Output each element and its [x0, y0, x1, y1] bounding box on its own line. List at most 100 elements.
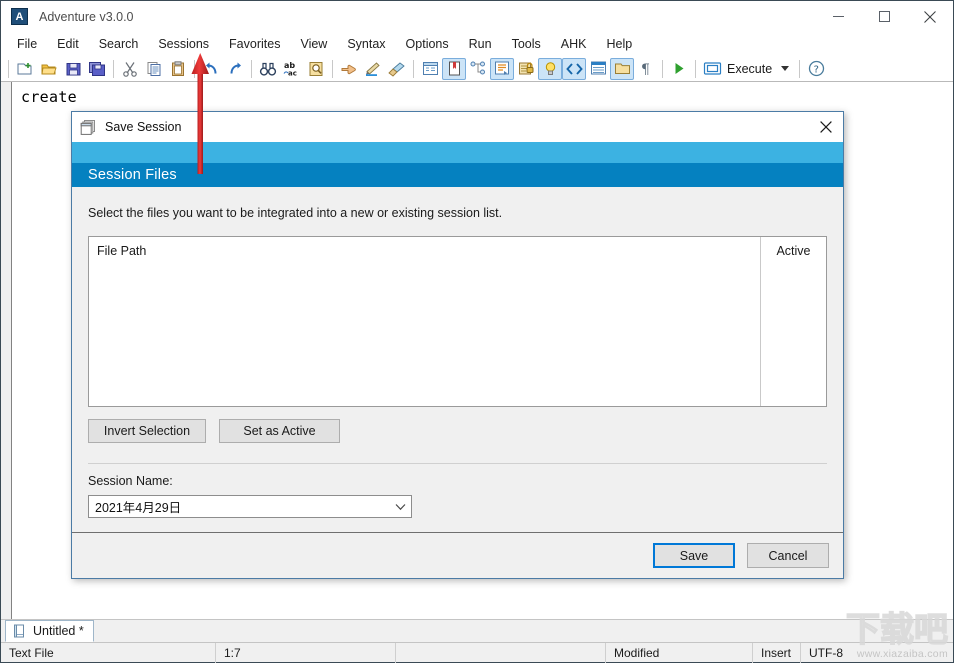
set-as-active-button[interactable]: Set as Active: [219, 419, 340, 443]
save-button[interactable]: [61, 58, 85, 80]
file-list-column-filepath: File Path: [89, 237, 761, 406]
dialog-title: Save Session: [105, 120, 182, 134]
save-button[interactable]: Save: [653, 543, 735, 568]
maximize-icon: [878, 11, 890, 22]
pointing-hand-icon: [341, 64, 356, 74]
menu-item-run[interactable]: Run: [459, 34, 502, 54]
dialog-close-button[interactable]: [809, 113, 843, 142]
document-tab-untitled[interactable]: Untitled *: [5, 620, 94, 642]
svg-text:¶: ¶: [641, 62, 650, 76]
close-button[interactable]: [907, 1, 953, 32]
dialog-body: Select the files you want to be integrat…: [72, 187, 843, 532]
title-bar: A Adventure v3.0.0: [1, 1, 953, 32]
session-name-combobox[interactable]: 2021年4月29日: [88, 495, 412, 518]
execute-dropdown-arrow[interactable]: [781, 66, 790, 71]
lightbulb-button[interactable]: [538, 57, 562, 80]
menu-item-tools[interactable]: Tools: [502, 34, 551, 54]
menu-item-search[interactable]: Search: [89, 34, 149, 54]
run-icon: [675, 63, 684, 74]
menu-item-view[interactable]: View: [290, 34, 337, 54]
lock-button[interactable]: [514, 58, 538, 80]
new-file-button[interactable]: [13, 58, 37, 80]
toolbar-separator: [8, 59, 9, 78]
toolbar-separator: [662, 59, 663, 78]
window-list-icon: [422, 62, 438, 75]
goto-button[interactable]: [337, 58, 361, 80]
code-icon: [565, 62, 583, 75]
toolbar-separator: [413, 59, 414, 78]
cancel-button[interactable]: Cancel: [747, 543, 829, 568]
redo-icon: [230, 62, 241, 74]
minimize-button[interactable]: [815, 1, 861, 32]
brush-icon: [388, 61, 405, 77]
paste-button[interactable]: [166, 58, 190, 80]
node-tree-button[interactable]: [466, 58, 490, 80]
folder-icon: [614, 63, 630, 74]
help-button[interactable]: ?: [804, 58, 828, 80]
save-all-icon: [89, 61, 105, 76]
undo-button[interactable]: [199, 58, 223, 80]
copy-button[interactable]: [142, 58, 166, 80]
cut-icon: [123, 61, 137, 77]
properties-button[interactable]: [490, 57, 514, 80]
open-folder-button[interactable]: [37, 58, 61, 80]
save-icon: [66, 62, 80, 75]
code-button[interactable]: [562, 57, 586, 80]
menu-item-sessions[interactable]: Sessions: [148, 34, 219, 54]
window-list-button[interactable]: [418, 58, 442, 80]
copy-icon: [147, 61, 160, 76]
app-icon: A: [11, 8, 28, 25]
close-icon: [820, 121, 832, 133]
maximize-button[interactable]: [861, 1, 907, 32]
file-list[interactable]: File Path Active: [88, 236, 827, 407]
menu-item-file[interactable]: File: [7, 34, 47, 54]
redo-button[interactable]: [223, 58, 247, 80]
menu-item-ahk[interactable]: AHK: [551, 34, 597, 54]
status-caret-position: 1:7: [216, 642, 396, 663]
folder-button[interactable]: [610, 57, 634, 80]
list-button[interactable]: [586, 58, 610, 80]
clear-button[interactable]: [385, 58, 409, 80]
file-list-column-active: Active: [761, 237, 826, 406]
pilcrow-button[interactable]: ¶: [634, 58, 658, 80]
minimize-icon: [832, 16, 844, 17]
window-controls: [815, 1, 953, 32]
close-icon: [924, 10, 936, 23]
pencil-button[interactable]: [361, 58, 385, 80]
status-blank-cell: [396, 642, 606, 663]
menu-item-help[interactable]: Help: [596, 34, 642, 54]
bookmark-button[interactable]: [442, 57, 466, 80]
find-button[interactable]: [256, 58, 280, 80]
cut-button[interactable]: [118, 58, 142, 80]
run-button[interactable]: [667, 58, 691, 80]
session-windows-icon: [80, 119, 95, 135]
replace-button[interactable]: ab ac: [280, 58, 304, 80]
toolbar-separator: [332, 59, 333, 78]
menu-item-edit[interactable]: Edit: [47, 34, 89, 54]
toolbar-separator: [113, 59, 114, 78]
invert-selection-button[interactable]: Invert Selection: [88, 419, 206, 443]
window-title: Adventure v3.0.0: [39, 9, 134, 24]
chevron-down-icon: [395, 503, 405, 510]
find-in-files-button[interactable]: [304, 58, 328, 80]
document-tab-label: Untitled *: [33, 624, 84, 638]
menu-item-options[interactable]: Options: [396, 34, 459, 54]
save-all-button[interactable]: [85, 58, 109, 80]
selection-buttons: Invert Selection Set as Active: [88, 419, 827, 443]
open-folder-icon: [41, 64, 57, 74]
pencil-icon: [366, 61, 380, 76]
menu-item-syntax[interactable]: Syntax: [337, 34, 395, 54]
menu-item-favorites[interactable]: Favorites: [219, 34, 290, 54]
replace-icon: ab ac: [283, 61, 296, 77]
dialog-footer: Save Cancel: [72, 532, 843, 578]
status-file-type: Text File: [1, 642, 216, 663]
find-icon: [259, 62, 277, 76]
editor-gutter: [1, 82, 12, 619]
toolbar-separator: [251, 59, 252, 78]
session-name-value[interactable]: 2021年4月29日: [89, 497, 389, 516]
properties-icon: [494, 61, 509, 75]
execute-button[interactable]: Execute: [700, 58, 775, 80]
status-bar: Text File 1:7 Modified Insert UTF-8: [1, 642, 953, 663]
session-name-dropdown-button[interactable]: [389, 503, 411, 511]
node-tree-icon: [470, 61, 485, 75]
